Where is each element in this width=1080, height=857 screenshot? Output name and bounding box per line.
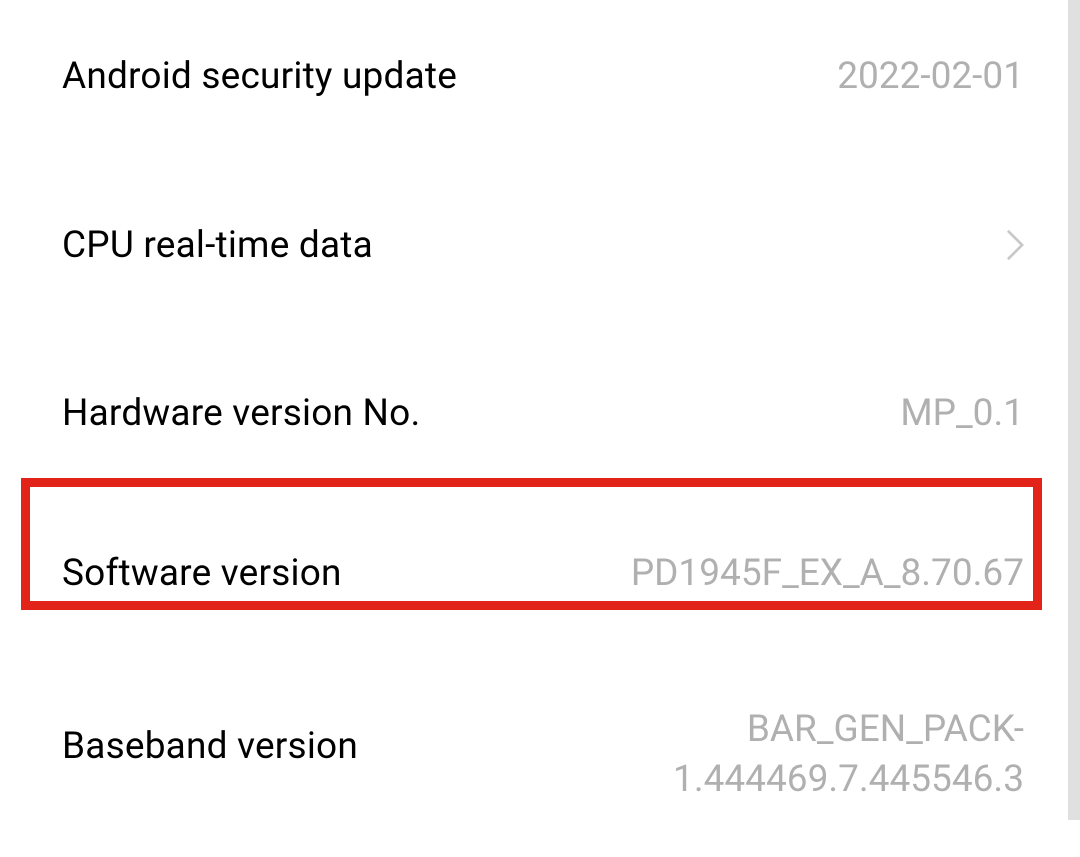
row-value: MP_0.1 bbox=[900, 389, 1024, 439]
row-cpu-real-time-data[interactable]: CPU real-time data bbox=[0, 154, 1068, 337]
scrollbar[interactable] bbox=[1068, 0, 1080, 820]
row-label: Hardware version No. bbox=[62, 392, 420, 435]
settings-list: Android security update 2022-02-01 CPU r… bbox=[0, 0, 1068, 857]
row-hardware-version[interactable]: Hardware version No. MP_0.1 bbox=[0, 337, 1068, 491]
row-android-security-update[interactable]: Android security update 2022-02-01 bbox=[0, 0, 1068, 154]
row-label: Baseband version bbox=[62, 705, 358, 768]
chevron-right-icon bbox=[1006, 229, 1024, 261]
row-software-version[interactable]: Software version PD1945F_EX_A_8.70.67 bbox=[0, 491, 1068, 657]
row-value: PD1945F_EX_A_8.70.67 bbox=[631, 549, 1024, 599]
row-label: Software version bbox=[62, 552, 342, 595]
row-label: CPU real-time data bbox=[62, 224, 373, 267]
row-label: Android security update bbox=[62, 55, 457, 98]
row-value: 2022-02-01 bbox=[837, 52, 1024, 102]
row-baseband-version[interactable]: Baseband version BAR_GEN_PACK-1.444469.7… bbox=[0, 657, 1068, 857]
row-value: BAR_GEN_PACK-1.444469.7.445546.3 bbox=[404, 705, 1024, 805]
